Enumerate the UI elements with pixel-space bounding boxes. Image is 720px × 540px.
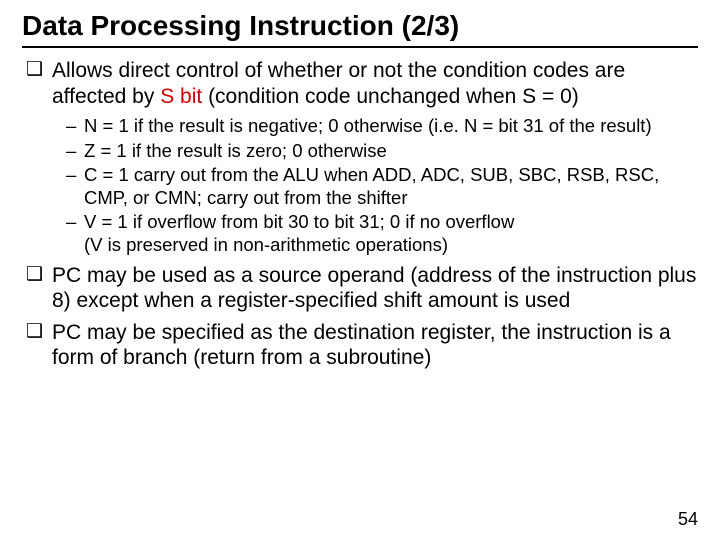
bullet-2: PC may be used as a source operand (addr…	[26, 263, 698, 314]
bullet-1-post: (condition code unchanged when S = 0)	[202, 85, 579, 108]
slide-title: Data Processing Instruction (2/3)	[22, 10, 698, 42]
page-number: 54	[678, 509, 698, 530]
sub-bullet-v: V = 1 if overflow from bit 30 to bit 31;…	[66, 211, 698, 256]
sub-bullet-c: C = 1 carry out from the ALU when ADD, A…	[66, 164, 698, 209]
s-bit-text: S bit	[160, 85, 202, 108]
title-rule	[22, 46, 698, 48]
sub-bullet-v-note: (V is preserved in non-arithmetic operat…	[84, 234, 698, 257]
sub-bullet-z: Z = 1 if the result is zero; 0 otherwise	[66, 140, 698, 163]
bullet-list: Allows direct control of whether or not …	[22, 58, 698, 371]
slide: Data Processing Instruction (2/3) Allows…	[0, 0, 720, 540]
sub-bullet-n: N = 1 if the result is negative; 0 other…	[66, 115, 698, 138]
sub-bullet-list: N = 1 if the result is negative; 0 other…	[52, 115, 698, 256]
bullet-1: Allows direct control of whether or not …	[26, 58, 698, 257]
bullet-3: PC may be specified as the destination r…	[26, 320, 698, 371]
sub-bullet-v-main: V = 1 if overflow from bit 30 to bit 31;…	[84, 211, 514, 232]
